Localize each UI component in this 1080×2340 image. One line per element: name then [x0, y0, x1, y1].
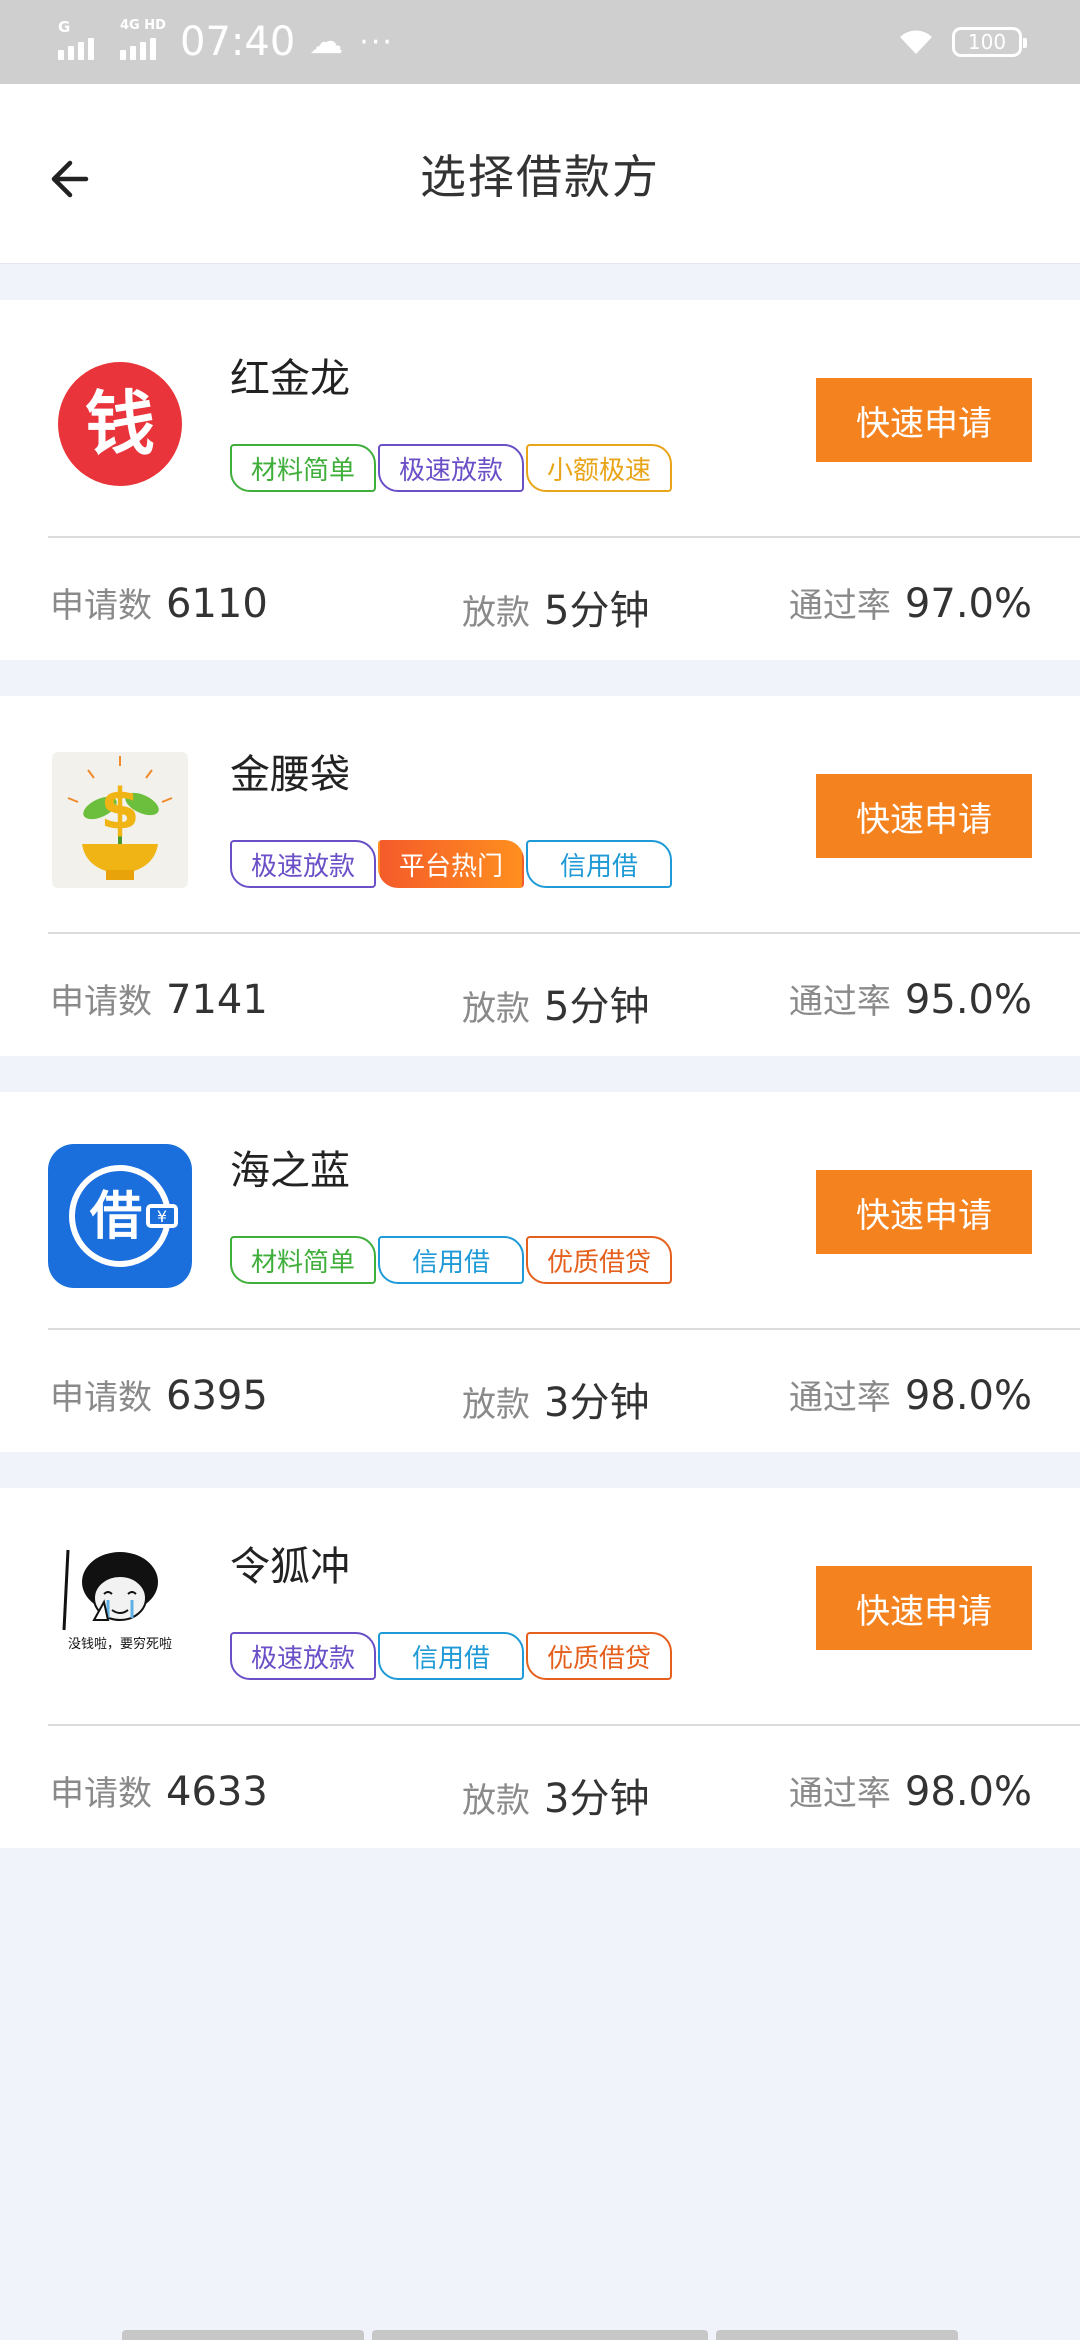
divider	[48, 1724, 1080, 1726]
page-title: 选择借款方	[420, 150, 660, 204]
money-plant-icon: $	[52, 752, 188, 888]
tag: 信用借	[378, 1236, 524, 1284]
pass-rate-stat: 通过率 98.0%	[789, 1370, 1032, 1419]
quick-apply-button[interactable]: 快速申请	[816, 378, 1032, 462]
apply-count-value: 6110	[166, 581, 268, 627]
quick-apply-button[interactable]: 快速申请	[816, 774, 1032, 858]
app-header: 选择借款方	[0, 84, 1080, 264]
loan-time-value: 3分钟	[544, 1776, 650, 1822]
lender-name: 红金龙	[230, 356, 350, 402]
apply-count-stat: 申请数 4633	[50, 1766, 268, 1815]
loan-time-label: 放款	[462, 593, 530, 633]
tag: 极速放款	[230, 1632, 376, 1680]
lender-name: 令狐冲	[230, 1544, 350, 1590]
clock: 07:40	[180, 19, 296, 65]
red-coin-qian-icon: 钱	[58, 362, 182, 486]
sim2-label: 4G HD	[120, 18, 166, 33]
tag: 优质借贷	[526, 1632, 672, 1680]
battery-level: 100	[967, 30, 1007, 54]
pass-rate-label: 通过率	[788, 982, 891, 1022]
lender-name: 金腰袋	[230, 752, 350, 798]
sim1-label: G	[58, 18, 71, 36]
tag: 小额极速	[526, 444, 672, 492]
hot-tag: 平台热门	[378, 840, 524, 888]
nav-gesture-bar[interactable]	[372, 2330, 708, 2340]
lender-card: $ 金腰袋 极速放款 平台热门 信用借 快速申请 申请数 7141 放款 5分钟…	[0, 696, 1080, 1056]
pass-rate-value: 98.0%	[904, 1769, 1032, 1815]
loan-time-stat: 放款 3分钟	[462, 1370, 649, 1428]
svg-text:借: 借	[89, 1187, 142, 1247]
nav-gesture-bar[interactable]	[716, 2330, 958, 2340]
svg-text:$: $	[101, 777, 140, 842]
loan-time-label: 放款	[462, 989, 530, 1029]
battery-icon: 100	[952, 27, 1027, 57]
pass-rate-stat: 通过率 95.0%	[789, 974, 1032, 1023]
blue-jie-icon: ¥ 借	[48, 1144, 192, 1288]
pass-rate-label: 通过率	[788, 586, 891, 626]
loan-time-value: 3分钟	[544, 1380, 650, 1426]
tag: 优质借贷	[526, 1236, 672, 1284]
apply-count-value: 6395	[166, 1373, 268, 1419]
loan-time-label: 放款	[462, 1385, 530, 1425]
pass-rate-value: 98.0%	[904, 1373, 1032, 1419]
lender-card: ¥ 借 海之蓝 材料简单 信用借 优质借贷 快速申请 申请数 6395 放款 3…	[0, 1092, 1080, 1452]
tag-list: 材料简单 信用借 优质借贷	[230, 1236, 672, 1284]
tag: 材料简单	[230, 444, 376, 492]
apply-count-value: 4633	[166, 1769, 268, 1815]
pass-rate-label: 通过率	[788, 1378, 891, 1418]
quick-apply-button[interactable]: 快速申请	[816, 1170, 1032, 1254]
apply-count-value: 7141	[166, 977, 268, 1023]
loan-time-value: 5分钟	[544, 984, 650, 1030]
tag: 信用借	[526, 840, 672, 888]
tag: 材料简单	[230, 1236, 376, 1284]
svg-text:钱: 钱	[85, 383, 155, 465]
loan-time-stat: 放款 3分钟	[462, 1766, 649, 1824]
quick-apply-button[interactable]: 快速申请	[816, 1566, 1032, 1650]
loan-time-value: 5分钟	[544, 588, 650, 634]
pass-rate-value: 95.0%	[904, 977, 1032, 1023]
apply-count-label: 申请数	[50, 586, 152, 626]
nav-gesture-bar[interactable]	[122, 2330, 364, 2340]
more-notifications-icon: ···	[359, 24, 394, 60]
loan-time-stat: 放款 5分钟	[462, 578, 649, 636]
apply-count-label: 申请数	[50, 1378, 152, 1418]
lender-name: 海之蓝	[230, 1148, 350, 1194]
pass-rate-stat: 通过率 98.0%	[789, 1766, 1032, 1815]
apply-count-label: 申请数	[50, 1774, 152, 1814]
divider	[48, 932, 1080, 934]
wifi-icon	[900, 30, 932, 54]
sim1-signal-icon: G	[58, 18, 94, 60]
tag-list: 极速放款 平台热门 信用借	[230, 840, 672, 888]
lender-card: 没钱啦，要穷死啦 令狐冲 极速放款 信用借 优质借贷 快速申请 申请数 4633…	[0, 1488, 1080, 1848]
status-bar: G 4G HD 07:40 ☁ ··· 100	[0, 0, 1080, 84]
divider	[48, 1328, 1080, 1330]
apply-count-stat: 申请数 6395	[50, 1370, 268, 1419]
pass-rate-value: 97.0%	[904, 581, 1032, 627]
apply-count-stat: 申请数 6110	[50, 578, 268, 627]
svg-text:¥: ¥	[157, 1207, 167, 1226]
apply-count-label: 申请数	[50, 982, 152, 1022]
signal-indicators: G 4G HD	[58, 18, 166, 60]
pass-rate-label: 通过率	[788, 1774, 891, 1814]
tag: 信用借	[378, 1632, 524, 1680]
meme-caption: 没钱啦，要穷死啦	[68, 1636, 172, 1652]
loan-time-label: 放款	[462, 1781, 530, 1821]
tag: 极速放款	[378, 444, 524, 492]
tag-list: 材料简单 极速放款 小额极速	[230, 444, 672, 492]
meme-face-icon: 没钱啦，要穷死啦	[48, 1540, 192, 1684]
lender-card: 钱 红金龙 材料简单 极速放款 小额极速 快速申请 申请数 6110 放款 5分…	[0, 300, 1080, 660]
cloud-sun-icon: ☁	[309, 22, 344, 62]
tag: 极速放款	[230, 840, 376, 888]
tag-list: 极速放款 信用借 优质借贷	[230, 1632, 672, 1680]
apply-count-stat: 申请数 7141	[50, 974, 268, 1023]
loan-time-stat: 放款 5分钟	[462, 974, 649, 1032]
pass-rate-stat: 通过率 97.0%	[789, 578, 1032, 627]
sim2-signal-icon: 4G HD	[120, 18, 166, 60]
divider	[48, 536, 1080, 538]
